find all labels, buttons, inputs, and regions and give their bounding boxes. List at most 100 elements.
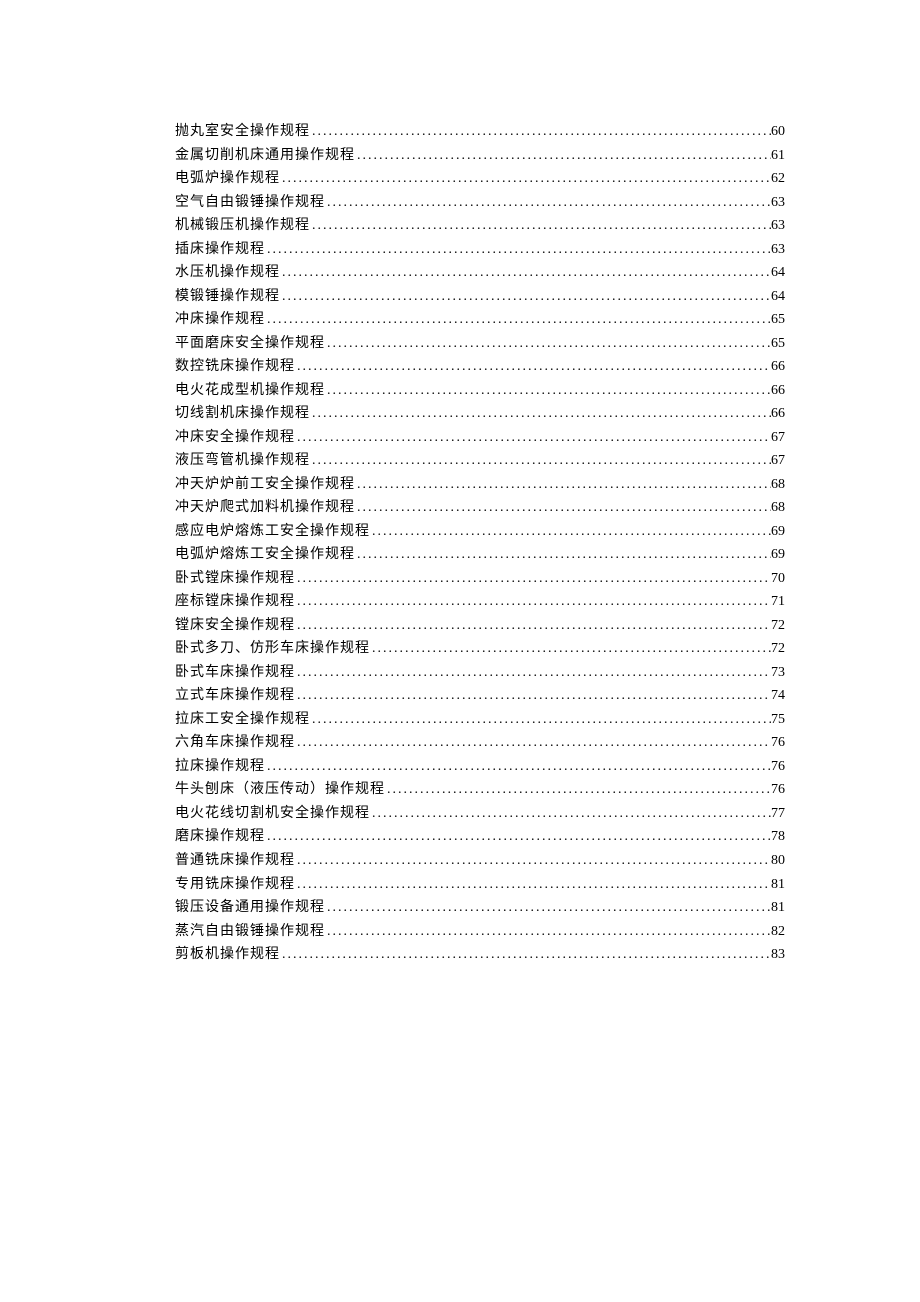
toc-entry: 冲天炉炉前工安全操作规程68 (175, 473, 785, 497)
toc-page-number: 72 (771, 614, 785, 638)
toc-leader (295, 355, 771, 379)
toc-entry: 电弧炉操作规程62 (175, 167, 785, 191)
toc-entry: 感应电炉熔炼工安全操作规程69 (175, 520, 785, 544)
toc-page-number: 62 (771, 167, 785, 191)
toc-entry: 拉床工安全操作规程75 (175, 708, 785, 732)
toc-leader (280, 285, 771, 309)
toc-entry: 磨床操作规程 78 (175, 825, 785, 849)
toc-leader (370, 520, 771, 544)
toc-entry: 电弧炉熔炼工安全操作规程 69 (175, 543, 785, 567)
toc-entry: 切线割机床操作规程66 (175, 402, 785, 426)
toc-entry: 拉床操作规程 76 (175, 755, 785, 779)
toc-entry: 冲床安全操作规程 67 (175, 426, 785, 450)
toc-page-number: 73 (771, 661, 785, 685)
toc-title: 液压弯管机操作规程 (175, 449, 310, 473)
toc-leader (295, 590, 771, 614)
toc-entry: 镗床安全操作规程72 (175, 614, 785, 638)
toc-leader (310, 120, 771, 144)
toc-entry: 金属切削机床通用操作规程61 (175, 144, 785, 168)
toc-title: 冲床安全操作规程 (175, 426, 295, 450)
toc-page-number: 63 (771, 191, 785, 215)
toc-entry: 锻压设备通用操作规程 81 (175, 896, 785, 920)
toc-page-number: 76 (771, 755, 785, 779)
toc-title: 抛丸室安全操作规程 (175, 120, 310, 144)
toc-title: 机械锻压机操作规程 (175, 214, 310, 238)
toc-title: 牛头刨床（液压传动）操作规程 (175, 778, 385, 802)
toc-leader (295, 426, 771, 450)
toc-leader (295, 873, 771, 897)
toc-leader (295, 614, 771, 638)
toc-title: 拉床操作规程 (175, 755, 265, 779)
toc-leader (280, 943, 771, 967)
toc-entry: 水压机操作规程 64 (175, 261, 785, 285)
toc-page-number: 63 (771, 214, 785, 238)
toc-title: 电火花成型机操作规程 (175, 379, 325, 403)
toc-leader (325, 191, 771, 215)
toc-title: 卧式多刀、仿形车床操作规程 (175, 637, 370, 661)
toc-leader (355, 473, 771, 497)
toc-title: 磨床操作规程 (175, 825, 265, 849)
toc-title: 平面磨床安全操作规程 (175, 332, 325, 356)
toc-page-number: 70 (771, 567, 785, 591)
toc-title: 普通铣床操作规程 (175, 849, 295, 873)
toc-title: 金属切削机床通用操作规程 (175, 144, 355, 168)
toc-leader (355, 144, 771, 168)
toc-leader (265, 825, 771, 849)
toc-entry: 冲天炉爬式加料机操作规程68 (175, 496, 785, 520)
toc-page-number: 60 (771, 120, 785, 144)
toc-page-number: 69 (771, 543, 785, 567)
toc-entry: 牛头刨床（液压传动）操作规程76 (175, 778, 785, 802)
toc-leader (325, 379, 771, 403)
toc-entry: 专用铣床操作规程81 (175, 873, 785, 897)
toc-title: 剪板机操作规程 (175, 943, 280, 967)
toc-entry: 六角车床操作规程76 (175, 731, 785, 755)
toc-entry: 液压弯管机操作规程 67 (175, 449, 785, 473)
toc-page-number: 74 (771, 684, 785, 708)
toc-title: 座标镗床操作规程 (175, 590, 295, 614)
toc-entry: 插床操作规程 63 (175, 238, 785, 262)
toc-leader (295, 731, 771, 755)
toc-entry: 平面磨床安全操作规程65 (175, 332, 785, 356)
toc-title: 蒸汽自由锻锤操作规程 (175, 920, 325, 944)
toc-page-number: 77 (771, 802, 785, 826)
toc-title: 冲天炉炉前工安全操作规程 (175, 473, 355, 497)
toc-entry: 立式车床操作规程 74 (175, 684, 785, 708)
toc-entry: 数控铣床操作规程66 (175, 355, 785, 379)
toc-leader (295, 661, 771, 685)
toc-title: 立式车床操作规程 (175, 684, 295, 708)
toc-title: 卧式镗床操作规程 (175, 567, 295, 591)
toc-title: 插床操作规程 (175, 238, 265, 262)
toc-page-number: 64 (771, 261, 785, 285)
toc-leader (265, 755, 771, 779)
toc-leader (310, 214, 771, 238)
toc-leader (265, 238, 771, 262)
toc-title: 水压机操作规程 (175, 261, 280, 285)
toc-leader (325, 920, 771, 944)
toc-page-number: 63 (771, 238, 785, 262)
toc-title: 专用铣床操作规程 (175, 873, 295, 897)
toc-entry: 电火花成型机操作规程 66 (175, 379, 785, 403)
toc-page-number: 81 (771, 896, 785, 920)
toc-leader (370, 802, 771, 826)
toc-title: 空气自由锻锤操作规程 (175, 191, 325, 215)
toc-title: 拉床工安全操作规程 (175, 708, 310, 732)
toc-entry: 冲床操作规程65 (175, 308, 785, 332)
toc-title: 六角车床操作规程 (175, 731, 295, 755)
toc-leader (325, 332, 771, 356)
toc-page-number: 69 (771, 520, 785, 544)
toc-leader (310, 402, 771, 426)
toc-title: 锻压设备通用操作规程 (175, 896, 325, 920)
toc-title: 电弧炉熔炼工安全操作规程 (175, 543, 355, 567)
toc-page-number: 66 (771, 379, 785, 403)
toc-entry: 空气自由锻锤操作规程 63 (175, 191, 785, 215)
toc-page-number: 67 (771, 426, 785, 450)
toc-entry: 抛丸室安全操作规程 60 (175, 120, 785, 144)
toc-entry: 模锻锤操作规程64 (175, 285, 785, 309)
toc-entry: 卧式多刀、仿形车床操作规程72 (175, 637, 785, 661)
toc-leader (370, 637, 771, 661)
toc-page-number: 65 (771, 308, 785, 332)
toc-page-number: 78 (771, 825, 785, 849)
toc-page-number: 67 (771, 449, 785, 473)
toc-leader (385, 778, 771, 802)
toc-entry: 卧式镗床操作规程 70 (175, 567, 785, 591)
